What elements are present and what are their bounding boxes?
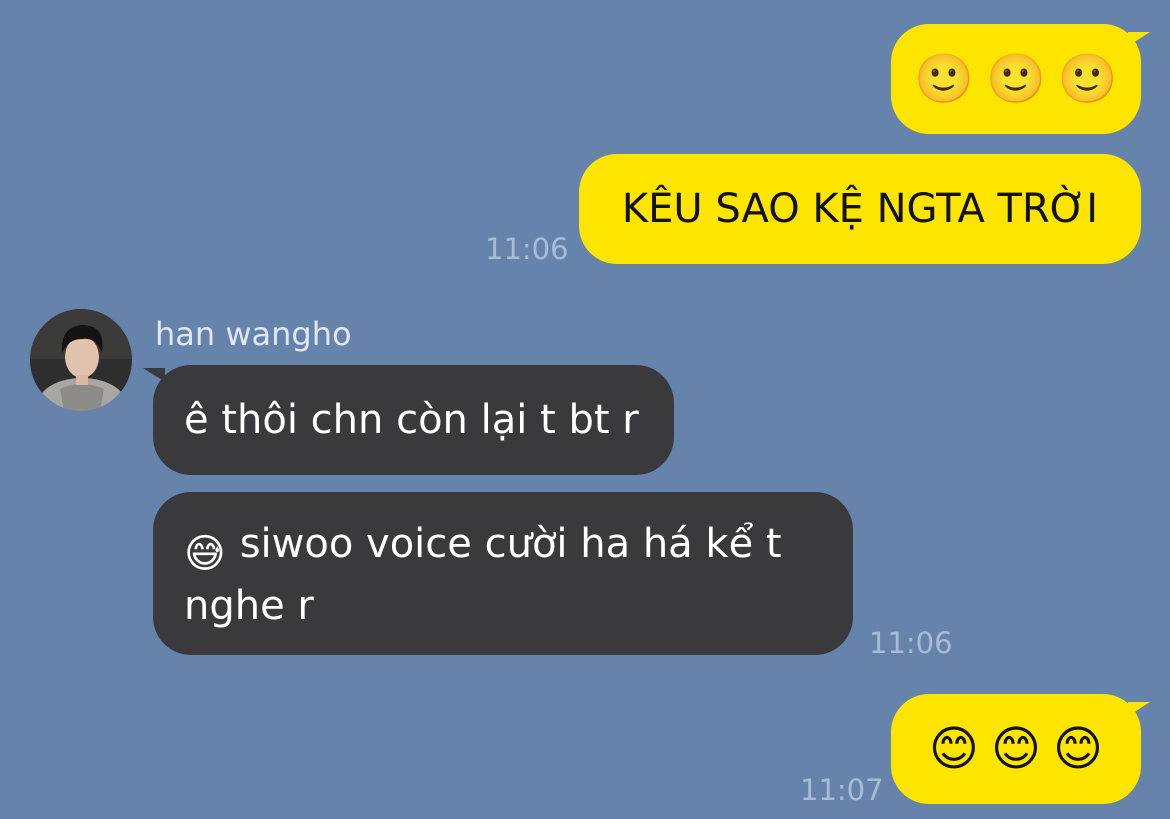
slightly-smiling-face-icon: 🙂 [986,51,1046,107]
bubble-tail [1128,702,1150,716]
grinning-sweat-face-icon: 😅 [184,531,226,577]
sender-name: han wangho [155,315,352,353]
message-timestamp: 11:06 [869,626,953,660]
message-text: KÊU SAO KỆ NGTA TRỜI [621,186,1099,232]
outgoing-message-bubble[interactable]: 🙂 🙂 🙂 [891,24,1141,134]
message-text: nghe r [184,583,314,629]
smiling-face-with-smiling-eyes-icon: 😊 [1053,721,1104,777]
emoji-row: 🙂 🙂 🙂 [914,52,1117,106]
message-text: ê thôi chn còn lại t bt r [184,397,639,443]
emoji-row: 😊 😊 😊 [929,722,1103,776]
smiling-face-with-smiling-eyes-icon: 😊 [990,721,1042,777]
smiling-face-with-smiling-eyes-icon: 😊 [928,721,979,777]
slightly-smiling-face-icon: 🙂 [914,51,975,107]
message-line: 😅 siwoo voice cười ha há kể t [184,518,823,580]
bubble-tail [143,368,165,382]
bubble-tail [1128,32,1150,46]
profile-photo-icon [30,309,132,411]
message-timestamp: 11:06 [485,232,569,266]
outgoing-message-bubble[interactable]: 😊 😊 😊 [891,694,1141,804]
incoming-message-bubble[interactable]: 😅 siwoo voice cười ha há kể t nghe r [153,492,853,655]
avatar[interactable] [30,309,132,411]
message-line: nghe r [184,580,823,632]
incoming-message-bubble[interactable]: ê thôi chn còn lại t bt r [153,365,674,475]
outgoing-message-bubble[interactable]: KÊU SAO KỆ NGTA TRỜI [579,154,1141,264]
message-text: siwoo voice cười ha há kể t [239,521,782,567]
slightly-smiling-face-icon: 🙂 [1057,51,1118,107]
message-timestamp: 11:07 [800,773,884,807]
